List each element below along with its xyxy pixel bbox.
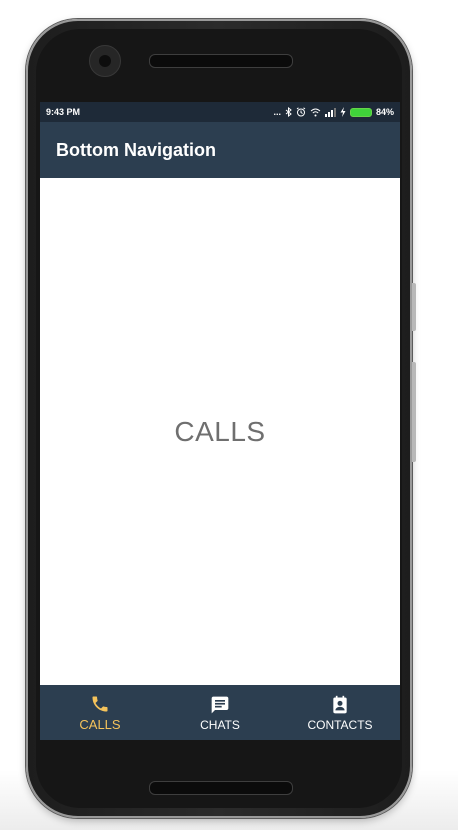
nav-item-calls[interactable]: CALLS bbox=[40, 685, 160, 740]
nav-item-contacts[interactable]: CONTACTS bbox=[280, 685, 400, 740]
battery-icon bbox=[349, 107, 372, 117]
battery-percent: 84% bbox=[375, 107, 394, 117]
phone-screen: 9:43 PM ... 84% Bottom Navigation CALLS … bbox=[40, 102, 400, 740]
app-bar: Bottom Navigation bbox=[40, 122, 400, 178]
nav-label-chats: CHATS bbox=[200, 717, 240, 732]
top-speaker bbox=[149, 54, 293, 68]
chat-icon bbox=[209, 694, 231, 716]
phone-icon bbox=[89, 693, 111, 715]
wifi-icon bbox=[310, 108, 321, 116]
app-title: Bottom Navigation bbox=[56, 139, 216, 160]
nav-label-contacts: CONTACTS bbox=[307, 717, 373, 732]
contact-icon bbox=[329, 694, 351, 716]
notification-dots: ... bbox=[273, 107, 281, 117]
status-bar: 9:43 PM ... 84% bbox=[40, 102, 400, 122]
status-time: 9:43 PM bbox=[46, 107, 81, 117]
alarm-icon bbox=[296, 107, 306, 117]
power-button bbox=[412, 362, 416, 462]
bottom-speaker bbox=[149, 781, 293, 795]
bottom-navigation: CALLS CHATS CONTACTS bbox=[40, 685, 400, 740]
nav-item-chats[interactable]: CHATS bbox=[160, 685, 280, 740]
status-icons: ... 84% bbox=[273, 107, 394, 117]
content-label: CALLS bbox=[174, 415, 266, 447]
content-area: CALLS bbox=[40, 178, 400, 685]
charging-icon bbox=[340, 107, 346, 117]
front-camera bbox=[89, 45, 121, 77]
nav-label-calls: CALLS bbox=[79, 717, 121, 732]
volume-button bbox=[412, 283, 416, 331]
signal-icon bbox=[324, 107, 336, 117]
bluetooth-icon bbox=[285, 107, 292, 117]
